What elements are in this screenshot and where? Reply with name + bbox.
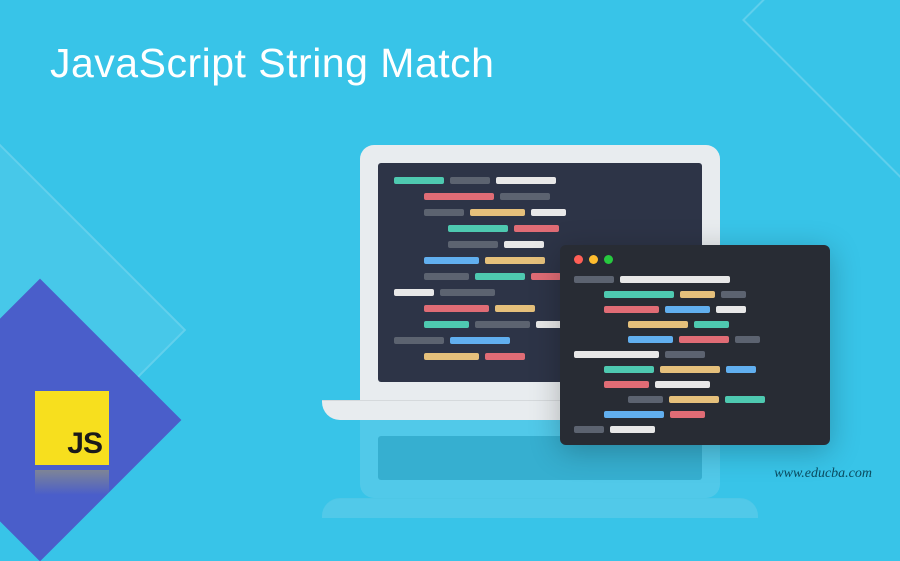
code-editor-window — [560, 245, 830, 445]
minimize-icon — [589, 255, 598, 264]
maximize-icon — [604, 255, 613, 264]
bg-diamond-right — [742, 0, 900, 218]
js-logo-text: JS — [67, 427, 102, 461]
javascript-logo: JS — [35, 391, 109, 465]
close-icon — [574, 255, 583, 264]
website-url: www.educba.com — [774, 466, 872, 482]
js-logo-reflection — [35, 470, 109, 495]
window-controls — [574, 255, 816, 264]
page-title: JavaScript String Match — [50, 40, 494, 87]
